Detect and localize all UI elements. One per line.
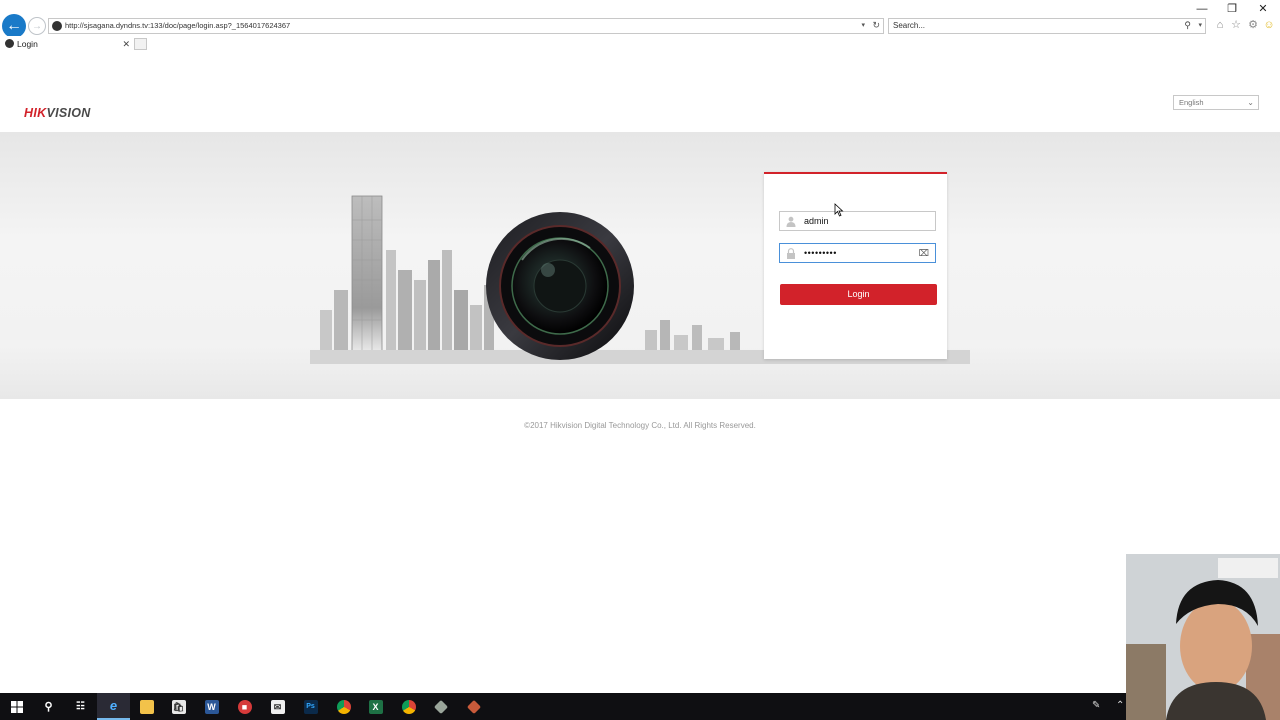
- login-card: admin ••••••••• ⌧ Login: [764, 172, 947, 359]
- smiley-feedback-icon[interactable]: ☺: [1262, 18, 1276, 32]
- tab-label: Login: [17, 39, 38, 49]
- lock-app-icon[interactable]: ■: [228, 693, 261, 720]
- webcam-overlay: [1126, 554, 1280, 720]
- search-dropdown-icon[interactable]: ▾: [1198, 20, 1202, 32]
- windows-logo-icon: [10, 700, 23, 713]
- task-view-icon[interactable]: ☷: [64, 693, 97, 720]
- favorites-star-icon[interactable]: ☆: [1229, 18, 1243, 32]
- password-field[interactable]: ••••••••• ⌧: [779, 243, 936, 263]
- refresh-icon[interactable]: ↻: [872, 19, 880, 32]
- home-icon[interactable]: ⌂: [1213, 18, 1227, 32]
- close-window-icon[interactable]: ✕: [1253, 2, 1273, 16]
- user-icon: [786, 216, 796, 227]
- chrome-icon[interactable]: [327, 693, 360, 720]
- search-bar[interactable]: Search... ⚲ ▾: [888, 18, 1206, 34]
- browser-toolbar: ← → http://sjsagana.dyndns.tv:133/doc/pa…: [0, 0, 1280, 38]
- excel-icon[interactable]: X: [359, 693, 392, 720]
- username-value[interactable]: admin: [804, 215, 829, 227]
- internet-explorer-icon[interactable]: e: [97, 693, 130, 720]
- app-1-icon[interactable]: [424, 693, 457, 720]
- app-2-icon[interactable]: [457, 693, 490, 720]
- word-icon[interactable]: W: [195, 693, 228, 720]
- address-url[interactable]: http://sjsagana.dyndns.tv:133/doc/page/l…: [65, 20, 290, 32]
- tray-chevron-up-icon[interactable]: ⌃: [1116, 700, 1124, 712]
- chevron-down-icon: ⌄: [1247, 98, 1254, 107]
- mail-icon[interactable]: ✉: [261, 693, 294, 720]
- restore-icon[interactable]: ❐: [1222, 2, 1242, 16]
- tab-close-icon[interactable]: ✕: [122, 37, 130, 51]
- back-arrow-icon[interactable]: ←: [2, 14, 26, 38]
- login-button[interactable]: Login: [780, 284, 937, 305]
- pen-ink-icon[interactable]: ✎: [1092, 700, 1100, 712]
- username-field[interactable]: admin: [779, 211, 936, 231]
- tab-favicon-icon: [5, 39, 14, 48]
- minimize-icon[interactable]: —: [1192, 2, 1212, 16]
- start-button[interactable]: [0, 693, 33, 720]
- lock-icon: [787, 248, 795, 259]
- site-favicon-icon: [52, 21, 62, 31]
- hikvision-logo: HIKVISION: [24, 106, 91, 120]
- language-value: English: [1179, 98, 1204, 107]
- logo-vision: VISION: [46, 106, 91, 120]
- address-dropdown-icon[interactable]: ▾: [861, 20, 865, 32]
- new-tab-button[interactable]: [134, 38, 147, 50]
- address-bar[interactable]: http://sjsagana.dyndns.tv:133/doc/page/l…: [48, 18, 884, 34]
- copyright-footer: ©2017 Hikvision Digital Technology Co., …: [524, 421, 756, 430]
- windows-taskbar: ⚲ ☷ e 🛍 W ■ ✉ Ps X ✎ ⌃: [0, 693, 1280, 720]
- store-icon[interactable]: 🛍: [162, 693, 195, 720]
- password-value[interactable]: •••••••••: [804, 247, 837, 259]
- taskbar-search-icon[interactable]: ⚲: [32, 693, 65, 720]
- photoshop-icon[interactable]: Ps: [294, 693, 327, 720]
- settings-gear-icon[interactable]: ⚙: [1246, 18, 1260, 32]
- show-password-eye-icon[interactable]: ⌧: [919, 248, 929, 259]
- tab-login[interactable]: Login ✕: [2, 36, 132, 52]
- search-input[interactable]: Search...: [893, 20, 925, 32]
- tab-bar: Login ✕: [0, 36, 1280, 52]
- language-select[interactable]: English ⌄: [1173, 95, 1259, 110]
- forward-arrow-icon[interactable]: →: [28, 17, 46, 35]
- mouse-cursor-icon: [834, 203, 844, 217]
- chrome-2-icon[interactable]: [392, 693, 425, 720]
- logo-hik: HIK: [24, 106, 47, 120]
- search-icon[interactable]: ⚲: [1184, 19, 1191, 32]
- file-explorer-icon[interactable]: [130, 693, 163, 720]
